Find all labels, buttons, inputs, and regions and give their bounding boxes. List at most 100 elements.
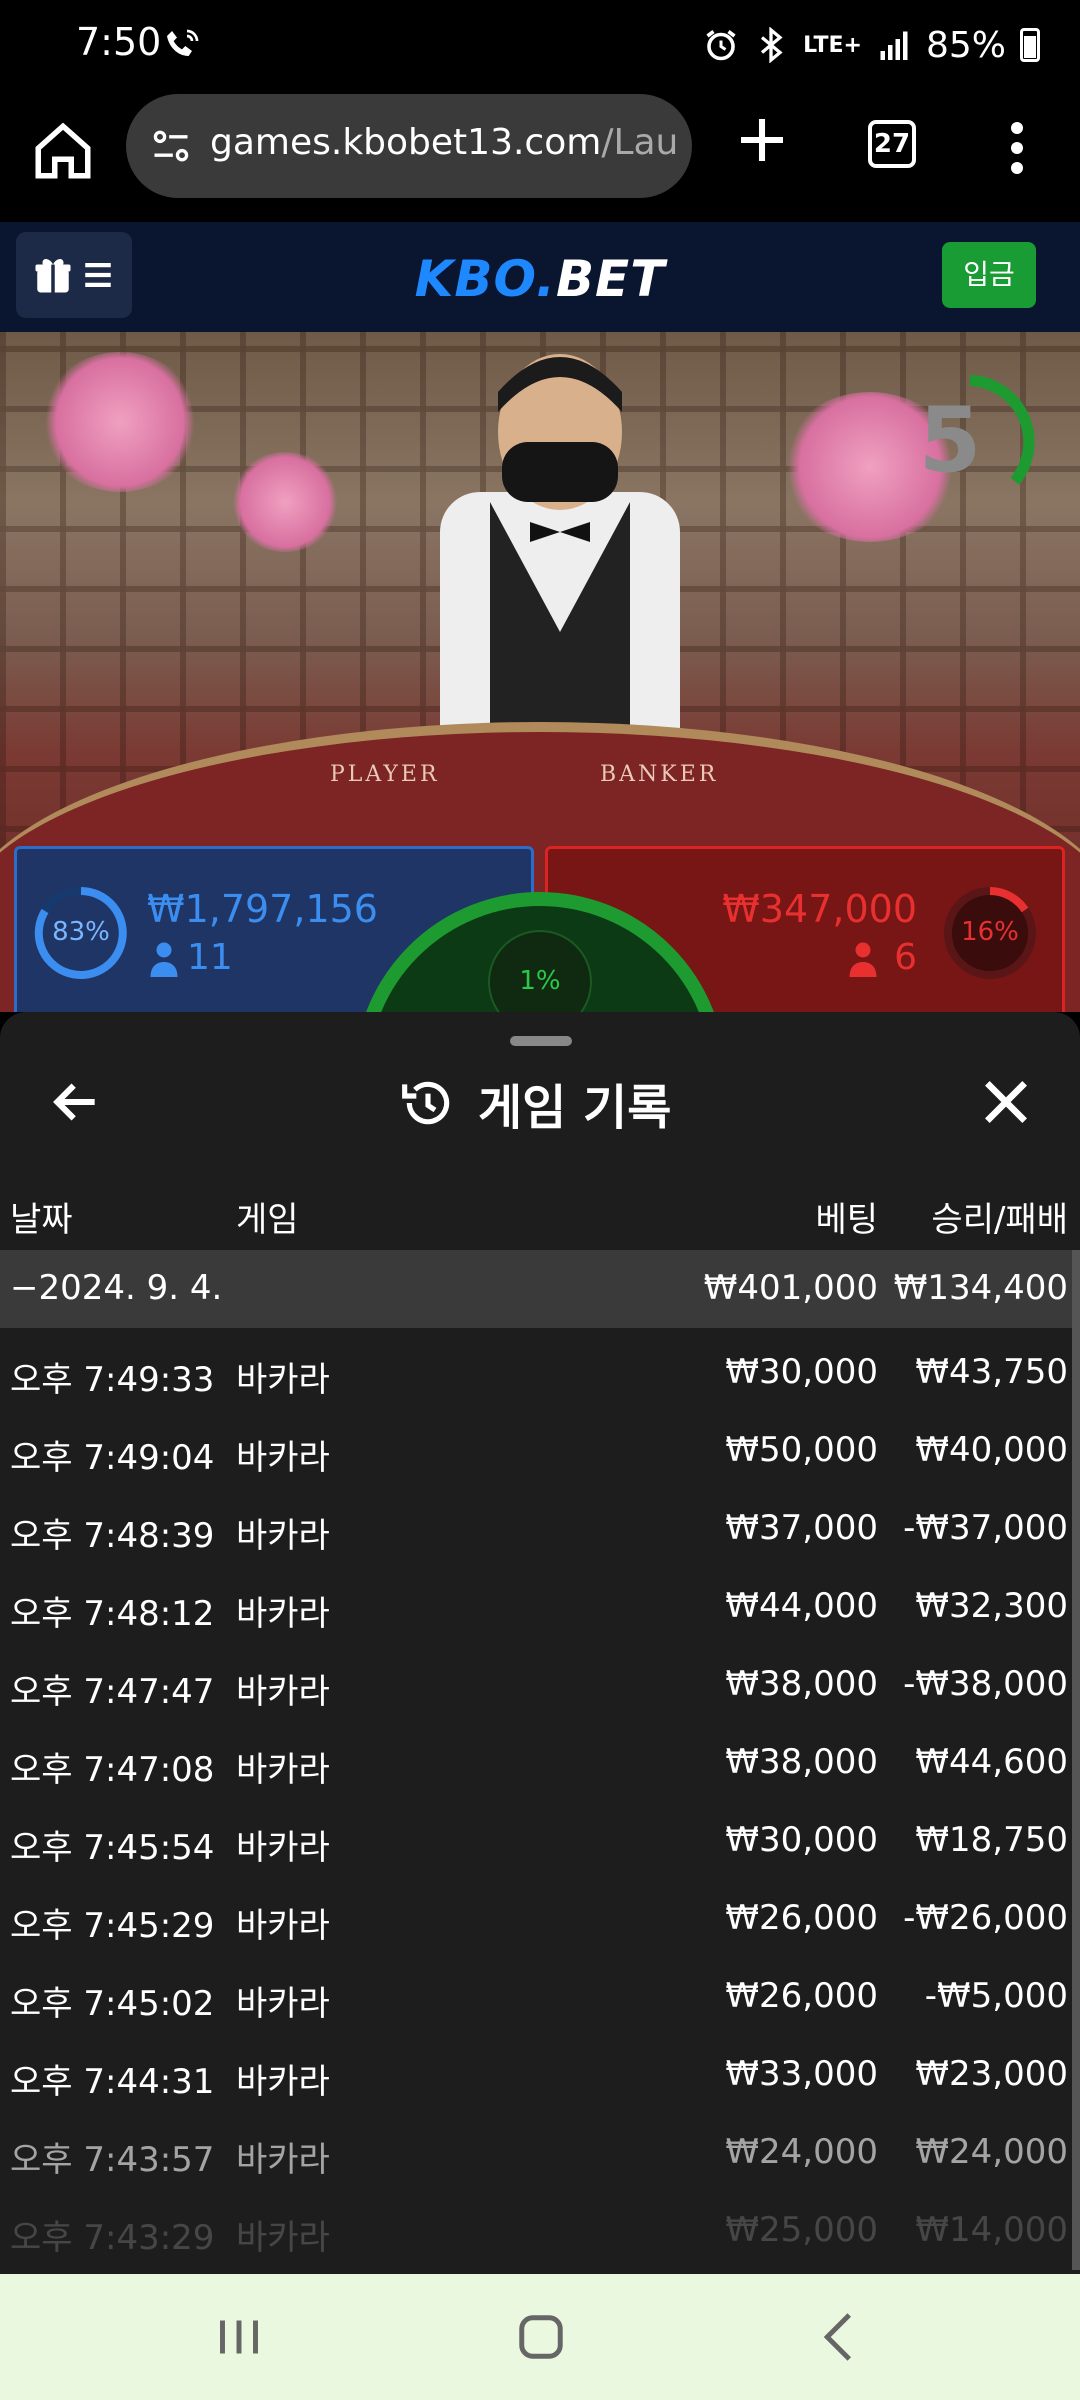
row-game: 바카라 (236, 1984, 330, 2024)
game-history-sheet: 게임 기록 날짜 게임 베팅 승리/패배 −2024. 9. 4. ₩401,0… (0, 1012, 1080, 2274)
row-bet: ₩26,000 (725, 1898, 878, 1938)
table-header: 날짜 게임 베팅 승리/패배 (0, 1180, 1080, 1250)
date-summary-row[interactable]: −2024. 9. 4. ₩401,000 ₩134,400 (0, 1250, 1080, 1328)
sheet-drag-handle[interactable] (510, 1036, 572, 1046)
row-bet: ₩24,000 (725, 2132, 878, 2172)
row-time: 오후 7:48:39 (10, 1516, 215, 1556)
countdown-timer: 5 (918, 388, 982, 493)
wifi-call-icon (167, 29, 199, 56)
row-bet: ₩38,000 (725, 1742, 878, 1782)
new-tab-icon[interactable] (734, 112, 790, 168)
user-icon (849, 942, 877, 977)
header-bet: 베팅 (815, 1200, 878, 1240)
table-row[interactable]: 오후 7:44:31 바카라 ₩33,000 ₩23,000 (0, 2032, 1080, 2110)
row-bet: ₩26,000 (725, 1976, 878, 2016)
table-row[interactable]: 오후 7:48:39 바카라 ₩37,000 -₩37,000 (0, 1486, 1080, 1564)
row-bet: ₩33,000 (725, 2054, 878, 2094)
row-time: 오후 7:47:47 (10, 1672, 215, 1712)
back-icon[interactable] (806, 2304, 876, 2370)
table-player-label: PLAYER (330, 762, 440, 787)
row-bet: ₩30,000 (725, 1820, 878, 1860)
table-row[interactable]: 오후 7:43:57 바카라 ₩24,000 ₩24,000 (0, 2110, 1080, 2188)
summary-result: ₩134,400 (893, 1268, 1068, 1308)
row-time: 오후 7:45:29 (10, 1906, 215, 1946)
table-row[interactable]: 오후 7:45:02 바카라 ₩26,000 -₩5,000 (0, 1954, 1080, 2032)
header-date: 날짜 (10, 1200, 73, 1240)
row-bet: ₩25,000 (725, 2210, 878, 2250)
scrollbar[interactable] (1072, 1250, 1080, 2270)
row-game: 바카라 (236, 2140, 330, 2180)
row-time: 오후 7:44:31 (10, 2062, 215, 2102)
table-row[interactable]: 오후 7:47:47 바카라 ₩38,000 -₩38,000 (0, 1642, 1080, 1720)
row-game: 바카라 (236, 1594, 330, 1634)
address-bar[interactable]: games.kbobet13.com/Laun (126, 94, 692, 198)
row-game: 바카라 (236, 1516, 330, 1556)
row-game: 바카라 (236, 1750, 330, 1790)
status-bar: 7:50 LTE+ 85% (0, 0, 1080, 90)
site-header: KBO.BET 입금 (0, 222, 1080, 332)
dealer-figure (440, 354, 680, 752)
row-time: 오후 7:43:57 (10, 2140, 215, 2180)
signal-icon (880, 31, 908, 60)
table-row[interactable]: 오후 7:43:29 바카라 ₩25,000 ₩14,000 (0, 2188, 1080, 2266)
status-time: 7:50 (76, 20, 162, 64)
banker-percent: 16% (961, 917, 1019, 947)
alarm-icon (706, 30, 736, 61)
row-result: ₩24,000 (915, 2132, 1068, 2172)
row-bet: ₩38,000 (725, 1664, 878, 1704)
sheet-title-text: 게임 기록 (478, 1080, 672, 1136)
table-row[interactable]: 오후 7:47:08 바카라 ₩38,000 ₩44,600 (0, 1720, 1080, 1798)
sheet-title: 게임 기록 (400, 1068, 671, 1138)
summary-bet: ₩401,000 (703, 1268, 878, 1308)
table-banker-label: BANKER (600, 762, 719, 787)
row-result: ₩14,000 (915, 2210, 1068, 2250)
table-row[interactable]: 오후 7:49:33 바카라 ₩30,000 ₩43,750 (0, 1330, 1080, 1408)
tie-percent: 1% (519, 966, 561, 996)
status-icons: LTE+ 85% (703, 20, 1040, 70)
logo-bet: BET (555, 250, 666, 308)
row-game: 바카라 (236, 1828, 330, 1868)
row-game: 바카라 (236, 1672, 330, 1712)
row-result: ₩18,750 (915, 1820, 1068, 1860)
url-host: games.kbobet13.com (210, 122, 602, 163)
back-arrow-icon[interactable] (48, 1074, 104, 1130)
banker-bettor-count: 6 (894, 937, 917, 978)
flower-decoration (40, 352, 200, 492)
player-percent: 83% (52, 917, 110, 947)
row-time: 오후 7:45:54 (10, 1828, 215, 1868)
row-time: 오후 7:47:08 (10, 1750, 215, 1790)
table-row[interactable]: 오후 7:48:12 바카라 ₩44,000 ₩32,300 (0, 1564, 1080, 1642)
close-icon[interactable] (978, 1074, 1034, 1130)
row-time: 오후 7:43:29 (10, 2218, 215, 2258)
home-icon[interactable] (506, 2304, 576, 2370)
table-row[interactable]: 오후 7:45:29 바카라 ₩26,000 -₩26,000 (0, 1876, 1080, 1954)
row-time: 오후 7:49:04 (10, 1438, 215, 1478)
row-result: ₩23,000 (915, 2054, 1068, 2094)
row-game: 바카라 (236, 1438, 330, 1478)
player-bet-amount: ₩1,797,156 (147, 887, 378, 931)
player-bettor-count: 11 (187, 937, 233, 978)
table-row[interactable]: 오후 7:45:54 바카라 ₩30,000 ₩18,750 (0, 1798, 1080, 1876)
more-options-icon[interactable] (1000, 118, 1034, 178)
banker-bet-amount: ₩347,000 (722, 887, 917, 931)
row-game: 바카라 (236, 1360, 330, 1400)
summary-date: −2024. 9. 4. (10, 1268, 223, 1308)
row-result: -₩5,000 (924, 1976, 1068, 2016)
deposit-button[interactable]: 입금 (942, 242, 1036, 308)
battery-icon (1020, 28, 1040, 62)
site-settings-icon[interactable] (148, 124, 194, 168)
live-video-stream[interactable]: PLAYER BANKER 5 83% ₩1,797,156 11 ₩347,0… (0, 332, 1080, 1012)
site-logo[interactable]: KBO.BET (0, 250, 1080, 308)
lte-icon: LTE+ (803, 32, 862, 58)
row-game: 바카라 (236, 1906, 330, 1946)
browser-home-icon[interactable] (30, 118, 96, 184)
row-result: ₩40,000 (915, 1430, 1068, 1470)
browser-toolbar: games.kbobet13.com/Laun 27 (0, 90, 1080, 222)
row-result: -₩38,000 (903, 1664, 1068, 1704)
url-text: games.kbobet13.com/Laun (210, 122, 680, 163)
row-time: 오후 7:45:02 (10, 1984, 215, 2024)
table-row[interactable]: 오후 7:49:04 바카라 ₩50,000 ₩40,000 (0, 1408, 1080, 1486)
history-list: 오후 7:49:33 바카라 ₩30,000 ₩43,750 오후 7:49:04 바카… (0, 1330, 1080, 2266)
tab-switcher-button[interactable]: 27 (868, 120, 916, 168)
recent-apps-icon[interactable] (204, 2304, 274, 2370)
